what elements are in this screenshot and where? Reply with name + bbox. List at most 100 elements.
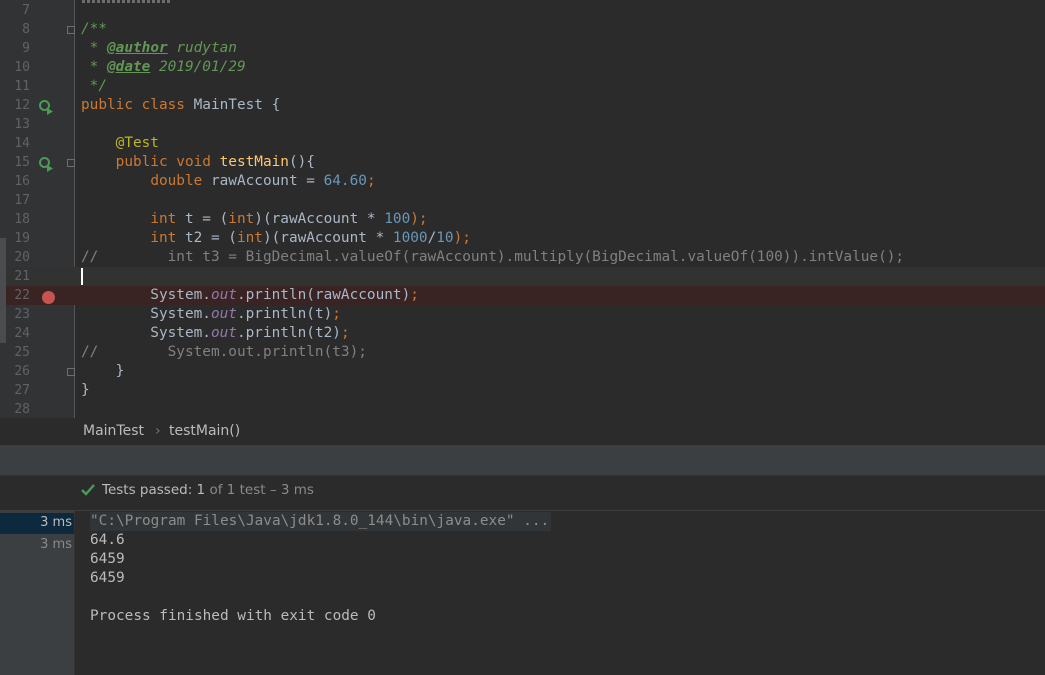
console-exit-line: Process finished with exit code 0	[90, 608, 376, 624]
editor-line[interactable]: 21	[0, 267, 1045, 286]
code-text[interactable]: int t2 = (int)(rawAccount * 1000/10);	[81, 229, 471, 248]
run-test-icon[interactable]	[38, 156, 54, 172]
line-number: 8	[22, 22, 30, 37]
test-status-label: Tests passed:	[102, 482, 193, 498]
editor-line[interactable]: 14 @Test	[0, 134, 1045, 153]
code-token: ;	[366, 173, 376, 189]
breadcrumb-class[interactable]: MainTest	[83, 423, 144, 439]
editor-line[interactable]: 13	[0, 115, 1045, 134]
code-text[interactable]: // System.out.println(t3);	[81, 343, 367, 362]
code-text[interactable]: }	[81, 381, 90, 400]
editor-line[interactable]: 20 // int t3 = BigDecimal.valueOf(rawAcco…	[0, 248, 1045, 267]
total-tests: of 1 test	[209, 482, 266, 498]
code-token: 2019/01/29	[150, 59, 246, 75]
editor-line[interactable]: 17	[0, 191, 1045, 210]
editor-line[interactable]: 19 int t2 = (int)(rawAccount * 1000/10);	[0, 229, 1045, 248]
code-token: .println(rawAccount)	[236, 287, 411, 303]
line-number: 25	[14, 345, 30, 360]
editor-line[interactable]: 16 double rawAccount = 64.60;	[0, 172, 1045, 191]
test-time[interactable]: 3 ms	[0, 537, 72, 552]
code-token: 10	[436, 230, 454, 246]
line-number: 24	[14, 326, 30, 341]
code-text[interactable]: @Test	[81, 134, 159, 153]
code-text[interactable]: * @date 2019/01/29	[81, 58, 246, 77]
editor-line[interactable]: 15 public void testMain(){	[0, 153, 1045, 172]
code-token: }	[81, 382, 90, 398]
line-number: 13	[14, 117, 30, 132]
console-line: 6459	[90, 570, 125, 586]
editor-line[interactable]: 23 System.out.println(t);	[0, 305, 1045, 324]
code-token: 64.60	[323, 173, 367, 189]
editor-line[interactable]: 11 */	[0, 77, 1045, 96]
code-token: System.	[81, 325, 211, 341]
code-token: );	[410, 211, 428, 227]
code-text[interactable]: // int t3 = BigDecimal.valueOf(rawAccoun…	[81, 248, 904, 267]
editor-line[interactable]: 26 }	[0, 362, 1045, 381]
code-text[interactable]: System.out.println(t);	[81, 305, 341, 324]
line-number: 19	[14, 231, 30, 246]
test-status-bar: Tests passed: 1 of 1 test – 3 ms	[0, 476, 1045, 511]
code-token: .println(t)	[236, 306, 333, 322]
code-token: ;	[332, 306, 341, 322]
editor-line[interactable]: 24 System.out.println(t2);	[0, 324, 1045, 343]
code-token: ;	[340, 325, 350, 341]
editor-line[interactable]: 8 /**	[0, 20, 1045, 39]
editor-line[interactable]: 9 * @author rudytan	[0, 39, 1045, 58]
code-token: double	[150, 173, 211, 189]
code-text[interactable]: /**	[81, 20, 107, 39]
editor-line[interactable]: 22 System.out.println(rawAccount);	[0, 286, 1045, 305]
code-text[interactable]: }	[81, 362, 125, 381]
console-line: 6459	[90, 551, 125, 567]
code-token: @date	[107, 59, 151, 75]
code-token: int	[236, 230, 263, 246]
editor-line[interactable]: 28	[0, 400, 1045, 418]
code-token: System.	[81, 287, 211, 303]
code-text[interactable]: * @author rudytan	[81, 39, 237, 58]
line-number: 22	[14, 288, 30, 303]
code-text[interactable]: System.out.println(rawAccount);	[81, 286, 419, 305]
line-number: 9	[22, 41, 30, 56]
code-token: int	[228, 211, 255, 227]
console-output[interactable]: "C:\Program Files\Java\jdk1.8.0_144\bin\…	[75, 511, 1045, 675]
console-command-line[interactable]: "C:\Program Files\Java\jdk1.8.0_144\bin\…	[90, 512, 552, 531]
code-text[interactable]: */	[81, 77, 107, 96]
test-duration: – 3 ms	[269, 482, 314, 498]
fold-marker-icon[interactable]	[67, 26, 75, 34]
code-token: System.	[81, 306, 211, 322]
line-number: 15	[14, 155, 30, 170]
fold-marker-icon[interactable]	[67, 368, 75, 376]
code-token: )(rawAccount *	[254, 211, 385, 227]
breakpoint-icon[interactable]	[42, 291, 55, 304]
editor-line[interactable]: 25 // System.out.println(t3);	[0, 343, 1045, 362]
editor-line[interactable]: 27}	[0, 381, 1045, 400]
code-token: rudytan	[167, 40, 237, 56]
fold-marker-icon[interactable]	[67, 159, 75, 167]
editor-line[interactable]: 18 int t = (int)(rawAccount * 100);	[0, 210, 1045, 229]
code-token: /**	[81, 21, 107, 37]
code-text[interactable]: double rawAccount = 64.60;	[81, 172, 376, 191]
code-token: testMain	[219, 154, 289, 170]
code-token: rawAccount =	[210, 173, 324, 189]
left-tool-strip	[0, 0, 6, 445]
line-number: 12	[14, 98, 30, 113]
code-token: int	[150, 211, 185, 227]
breadcrumb-method[interactable]: testMain()	[169, 423, 240, 439]
check-icon	[81, 484, 95, 496]
breadcrumb-separator: ›	[155, 423, 161, 439]
test-tree[interactable]: 3 ms 3 ms	[0, 511, 74, 675]
code-text[interactable]: int t = (int)(rawAccount * 100);	[81, 210, 428, 229]
editor-line[interactable]: 12 public class MainTest {	[0, 96, 1045, 115]
code-token: public void	[115, 154, 220, 170]
scrollbar-thumb[interactable]	[0, 238, 6, 343]
run-test-icon[interactable]	[38, 99, 54, 115]
code-text[interactable]: System.out.println(t2);	[81, 324, 350, 343]
code-token: @Test	[115, 135, 159, 151]
code-text[interactable]: public class MainTest {	[81, 96, 280, 115]
test-time[interactable]: 3 ms	[0, 515, 72, 530]
code-editor[interactable]: 7 8/** 9 * @author rudytan 10 * @date 2019…	[0, 0, 1045, 418]
editor-line[interactable]: 10 * @date 2019/01/29	[0, 58, 1045, 77]
code-text[interactable]: public void testMain(){	[81, 153, 315, 172]
